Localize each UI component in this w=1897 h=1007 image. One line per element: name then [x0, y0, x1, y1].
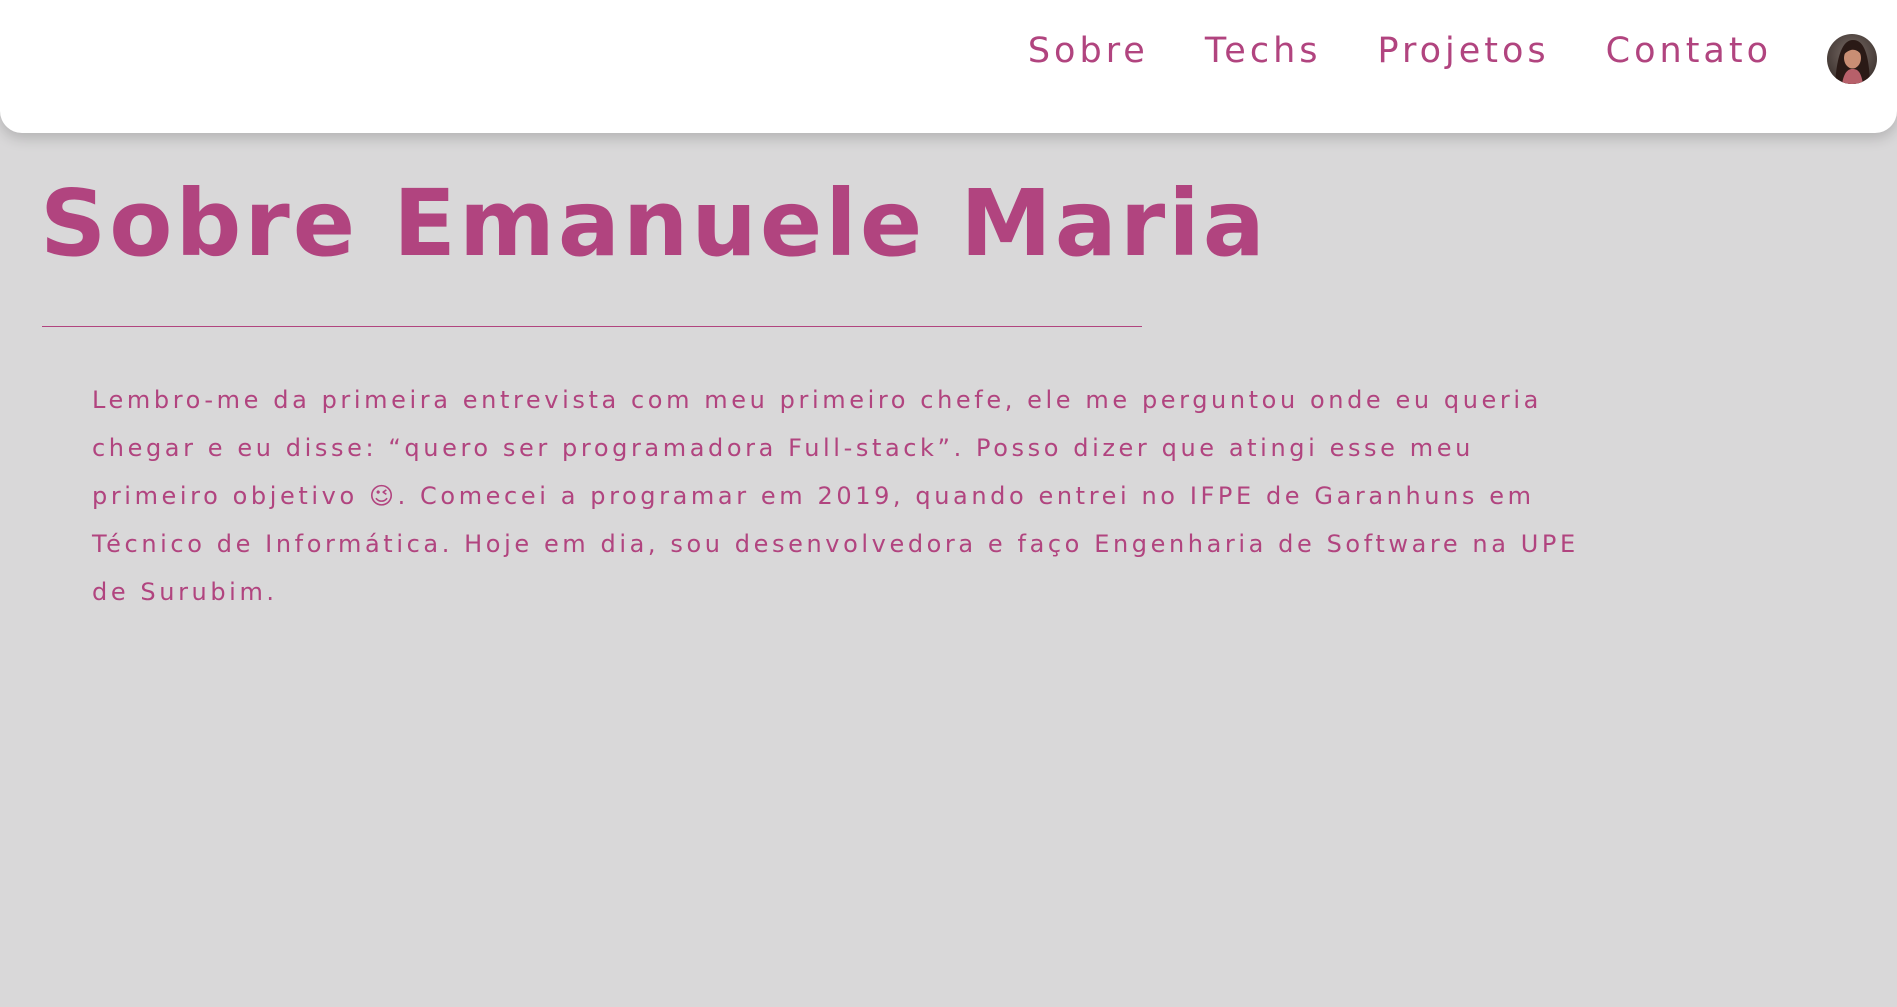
nav-link-sobre[interactable]: Sobre	[1028, 30, 1149, 72]
main-nav: Sobre Techs Projetos Contato	[1028, 30, 1772, 72]
nav-link-contato[interactable]: Contato	[1606, 30, 1772, 72]
avatar[interactable]	[1827, 34, 1877, 84]
about-paragraph: Lembro-me da primeira entrevista com meu…	[92, 386, 1579, 606]
top-navigation-bar: Sobre Techs Projetos Contato	[0, 0, 1897, 133]
profile-photo-icon	[1827, 34, 1877, 84]
page-title: Sobre Emanuele Maria	[40, 170, 1268, 277]
title-divider	[42, 326, 1142, 327]
nav-link-techs[interactable]: Techs	[1205, 30, 1322, 72]
nav-link-projetos[interactable]: Projetos	[1378, 30, 1550, 72]
